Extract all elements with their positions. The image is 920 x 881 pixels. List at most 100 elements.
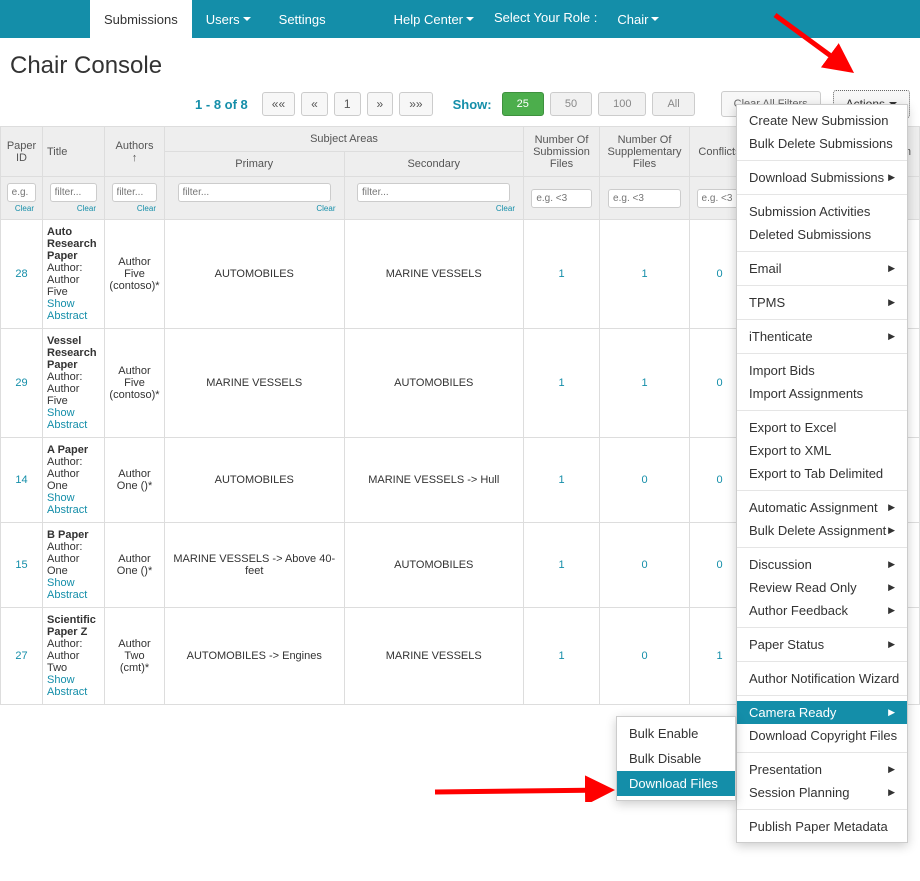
- sub-files-link[interactable]: 1: [558, 377, 564, 389]
- page-last-button[interactable]: »»: [399, 92, 432, 116]
- col-title[interactable]: Title: [43, 127, 105, 177]
- clear-filter-link[interactable]: Clear: [349, 202, 520, 213]
- show-abstract-link[interactable]: Show Abstract: [47, 407, 87, 431]
- page-number-button[interactable]: 1: [334, 92, 361, 116]
- clear-filter-link[interactable]: Clear: [109, 202, 160, 213]
- paper-id-link[interactable]: 27: [15, 650, 27, 662]
- author-label: Author:: [47, 456, 100, 468]
- menu-item[interactable]: Camera Ready▶: [737, 701, 907, 724]
- menu-divider: [737, 160, 907, 161]
- menu-item[interactable]: Automatic Assignment▶: [737, 496, 907, 519]
- menu-divider: [737, 410, 907, 411]
- filter-sup-files[interactable]: [608, 189, 681, 208]
- pagesize-25-button[interactable]: 25: [502, 92, 544, 116]
- page-first-button[interactable]: ««: [262, 92, 295, 116]
- show-abstract-link[interactable]: Show Abstract: [47, 298, 87, 322]
- conflicts-link[interactable]: 0: [716, 268, 722, 280]
- menu-item[interactable]: Import Assignments: [737, 382, 907, 405]
- menu-item[interactable]: Download Copyright Files: [737, 724, 907, 747]
- conflicts-link[interactable]: 0: [716, 377, 722, 389]
- filter-secondary[interactable]: [357, 183, 510, 202]
- menu-item[interactable]: Publish Paper Metadata: [737, 815, 907, 838]
- filter-title[interactable]: [50, 183, 98, 202]
- menu-item[interactable]: Create New Submission: [737, 109, 907, 132]
- pagesize-100-button[interactable]: 100: [598, 92, 646, 116]
- col-secondary[interactable]: Secondary: [344, 152, 524, 177]
- col-primary[interactable]: Primary: [165, 152, 345, 177]
- sub-files-link[interactable]: 1: [558, 559, 564, 571]
- clear-filter-link[interactable]: Clear: [47, 202, 100, 213]
- author-label: Author:: [47, 371, 100, 383]
- sup-files-link[interactable]: 0: [641, 650, 647, 662]
- filter-sub-files[interactable]: [531, 189, 591, 208]
- menu-item[interactable]: Review Read Only▶: [737, 576, 907, 599]
- menu-item[interactable]: Export to Tab Delimited: [737, 462, 907, 485]
- menu-item[interactable]: iThenticate▶: [737, 325, 907, 348]
- chevron-right-icon: ▶: [888, 172, 895, 183]
- sub-files-link[interactable]: 1: [558, 650, 564, 662]
- clear-filter-link[interactable]: Clear: [169, 202, 340, 213]
- page-prev-button[interactable]: «: [301, 92, 328, 116]
- col-supplementary-files[interactable]: Number Of Supplementary Files: [600, 127, 690, 177]
- conflicts-link[interactable]: 1: [716, 650, 722, 662]
- paging-info: 1 - 8 of 8: [195, 97, 248, 112]
- col-authors[interactable]: Authors↑: [105, 127, 165, 177]
- nav-settings[interactable]: Settings: [265, 0, 340, 38]
- menu-item[interactable]: Session Planning▶: [737, 781, 907, 804]
- nav-users[interactable]: Users: [192, 0, 265, 38]
- filter-paper-id[interactable]: [7, 183, 37, 202]
- menu-divider: [737, 809, 907, 810]
- menu-item[interactable]: Export to XML: [737, 439, 907, 462]
- nav-help[interactable]: Help Center: [380, 0, 488, 38]
- sup-files-link[interactable]: 1: [641, 268, 647, 280]
- paper-id-link[interactable]: 14: [15, 474, 27, 486]
- conflicts-link[interactable]: 0: [716, 559, 722, 571]
- menu-item[interactable]: Presentation▶: [737, 758, 907, 781]
- menu-item[interactable]: TPMS▶: [737, 291, 907, 314]
- chevron-right-icon: ▶: [888, 525, 895, 536]
- menu-item[interactable]: Paper Status▶: [737, 633, 907, 656]
- sub-files-link[interactable]: 1: [558, 474, 564, 486]
- chevron-right-icon: ▶: [888, 764, 895, 775]
- pagesize-all-button[interactable]: All: [652, 92, 694, 116]
- pagesize-50-button[interactable]: 50: [550, 92, 592, 116]
- menu-item[interactable]: Author Feedback▶: [737, 599, 907, 622]
- submenu-item[interactable]: Bulk Disable: [617, 746, 735, 771]
- sub-files-link[interactable]: 1: [558, 268, 564, 280]
- paper-title: B Paper: [47, 529, 100, 541]
- show-abstract-link[interactable]: Show Abstract: [47, 674, 87, 698]
- menu-item[interactable]: Bulk Delete Submissions: [737, 132, 907, 155]
- role-selector[interactable]: Chair: [603, 0, 673, 38]
- menu-item[interactable]: Deleted Submissions: [737, 223, 907, 246]
- menu-item[interactable]: Export to Excel: [737, 416, 907, 439]
- col-paper-id[interactable]: Paper ID: [1, 127, 43, 177]
- clear-filter-link[interactable]: Clear: [5, 202, 38, 213]
- paper-id-link[interactable]: 29: [15, 377, 27, 389]
- chevron-right-icon: ▶: [888, 605, 895, 616]
- filter-primary[interactable]: [178, 183, 331, 202]
- filter-authors[interactable]: [112, 183, 158, 202]
- menu-item[interactable]: Author Notification Wizard: [737, 667, 907, 690]
- page-next-button[interactable]: »: [367, 92, 394, 116]
- menu-item[interactable]: Import Bids: [737, 359, 907, 382]
- conflicts-link[interactable]: 0: [716, 474, 722, 486]
- author-label: Author:: [47, 262, 100, 274]
- submenu-item[interactable]: Bulk Enable: [617, 721, 735, 746]
- paper-id-link[interactable]: 15: [15, 559, 27, 571]
- menu-item[interactable]: Discussion▶: [737, 553, 907, 576]
- sup-files-link[interactable]: 0: [641, 474, 647, 486]
- submenu-item[interactable]: Download Files: [617, 771, 735, 796]
- menu-item-label: Bulk Delete Assignment: [749, 523, 886, 538]
- sup-files-link[interactable]: 1: [641, 377, 647, 389]
- menu-item[interactable]: Bulk Delete Assignment▶: [737, 519, 907, 542]
- menu-item[interactable]: Email▶: [737, 257, 907, 280]
- show-abstract-link[interactable]: Show Abstract: [47, 492, 87, 516]
- sup-files-link[interactable]: 0: [641, 559, 647, 571]
- nav-submissions[interactable]: Submissions: [90, 0, 192, 38]
- col-submission-files[interactable]: Number Of Submission Files: [524, 127, 600, 177]
- menu-item[interactable]: Download Submissions ▶: [737, 166, 907, 189]
- menu-item[interactable]: Submission Activities: [737, 200, 907, 223]
- menu-item-label: Download Submissions: [749, 170, 884, 185]
- show-abstract-link[interactable]: Show Abstract: [47, 577, 87, 601]
- paper-id-link[interactable]: 28: [15, 268, 27, 280]
